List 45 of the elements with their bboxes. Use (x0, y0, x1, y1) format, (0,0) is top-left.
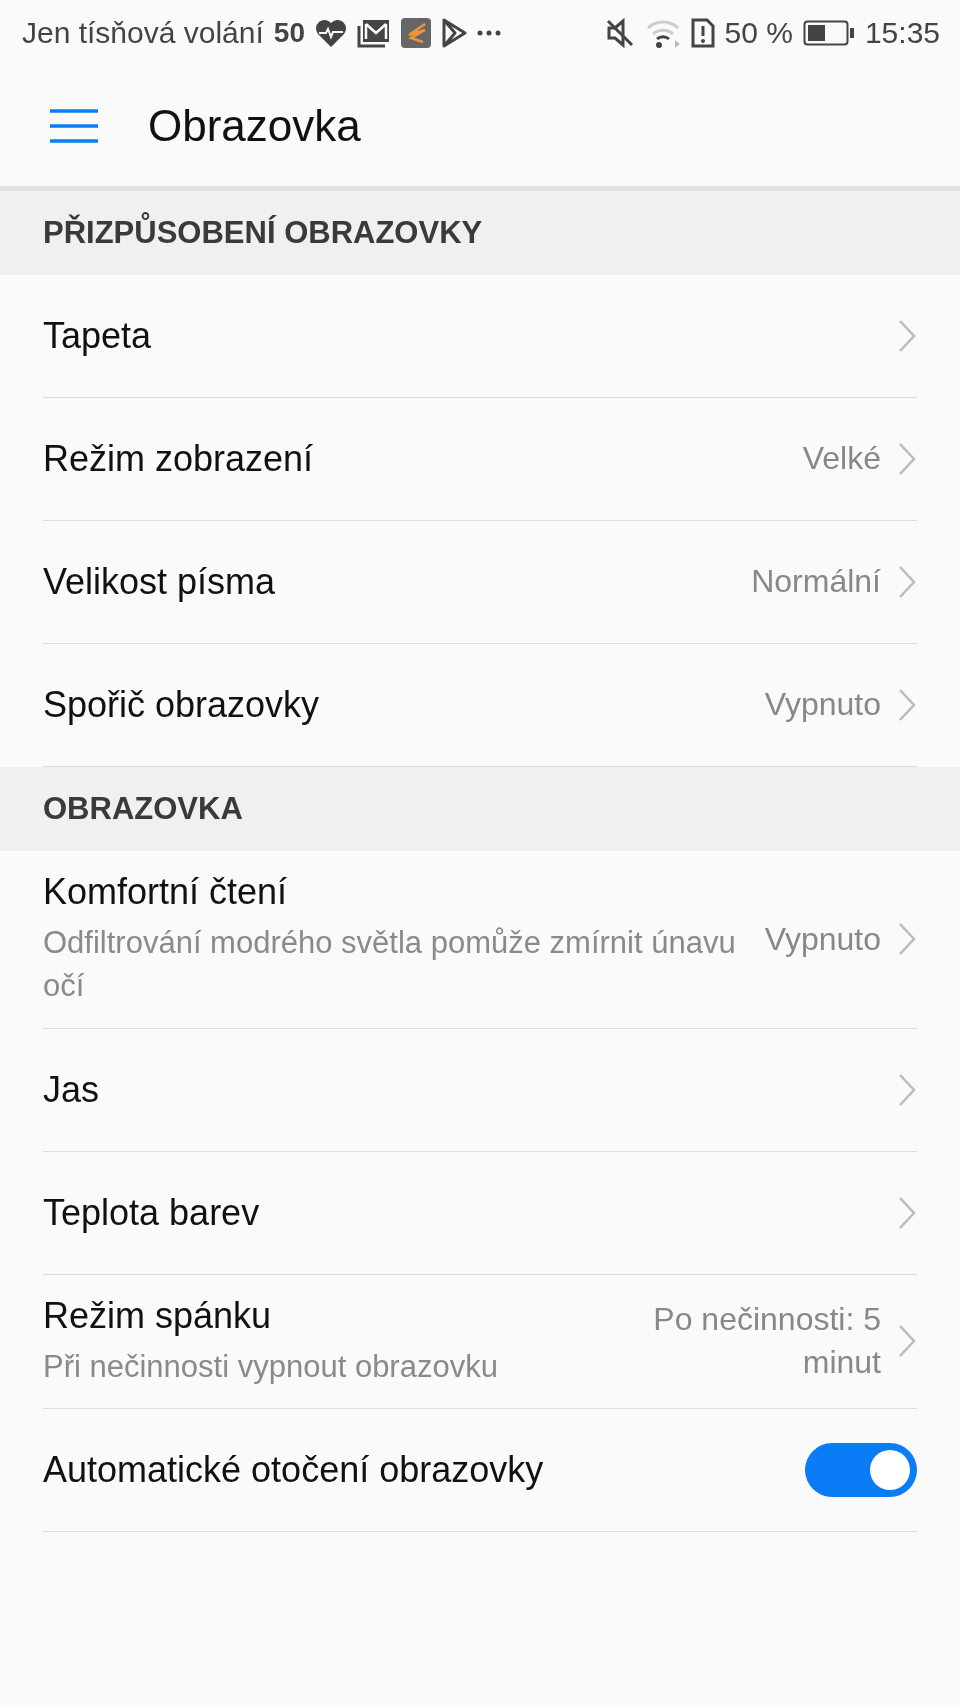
setting-value: Vypnuto (764, 919, 881, 959)
setting-title: Spořič obrazovky (43, 684, 321, 726)
setting-description: Odfiltrování modrého světla pomůže zmírnit únavu očí (43, 924, 737, 1006)
menu-icon[interactable] (50, 109, 98, 143)
setting-title: Jas (43, 1068, 101, 1111)
setting-title: Režim zobrazení (43, 438, 315, 480)
toggle-switch[interactable] (805, 1443, 917, 1498)
setting-title: Velikost písma (43, 561, 277, 603)
page-title: Obrazovka (148, 101, 361, 151)
heart-pulse-icon (315, 18, 347, 48)
settings-row[interactable]: Velikost písma Normální (43, 521, 917, 644)
mute-icon (604, 18, 635, 48)
clock: 15:35 (864, 16, 940, 50)
settings-row[interactable]: Režim spánku Při nečinnosti vypnout obrazovku Po nečinnosti: 5 minut (43, 1274, 917, 1410)
play-store-icon (441, 18, 467, 48)
setting-value: Po nečinnosti: 5 minut (652, 1300, 881, 1383)
signal-text: 50 (273, 17, 305, 49)
sim-alert-icon (690, 18, 715, 48)
status-notice: Jen tísňová volání (22, 16, 264, 50)
setting-title: Režim spánku (43, 1294, 273, 1337)
battery-icon (802, 20, 855, 46)
setting-title: Tapeta (43, 315, 153, 357)
setting-title: Teplota barev (43, 1191, 261, 1234)
setting-value: Normální (751, 562, 881, 602)
chevron-right-icon (897, 441, 917, 477)
chevron-right-icon (897, 564, 917, 600)
wifi-icon (644, 18, 681, 48)
setting-title: Komfortní čtení (43, 871, 289, 913)
setting-value: Vypnuto (764, 685, 881, 725)
app-icon (401, 18, 431, 48)
setting-description: Při nečinnosti vypnout obrazovku (43, 1347, 499, 1386)
settings-row[interactable]: Tapeta (43, 275, 917, 398)
settings-row[interactable]: Jas (43, 1028, 917, 1152)
mail-icon (357, 18, 391, 48)
battery-percent: 50 % (724, 16, 793, 50)
setting-value: Velké (802, 439, 881, 479)
chevron-right-icon (897, 318, 917, 354)
settings-row[interactable]: Režim zobrazení Velké (43, 398, 917, 521)
setting-title: Automatické otočení obrazovky (43, 1449, 545, 1492)
settings-row[interactable]: Teplota barev (43, 1151, 917, 1275)
settings-row[interactable]: Komfortní čtení Odfiltrování modrého světla pomůže zmírnit únavu očí Vypnuto (43, 851, 917, 1029)
section-header: PŘIZPŮSOBENÍ OBRAZOVKY (0, 191, 960, 275)
section-header: OBRAZOVKA (0, 767, 960, 851)
chevron-right-icon (897, 687, 917, 723)
more-icon (477, 30, 501, 36)
